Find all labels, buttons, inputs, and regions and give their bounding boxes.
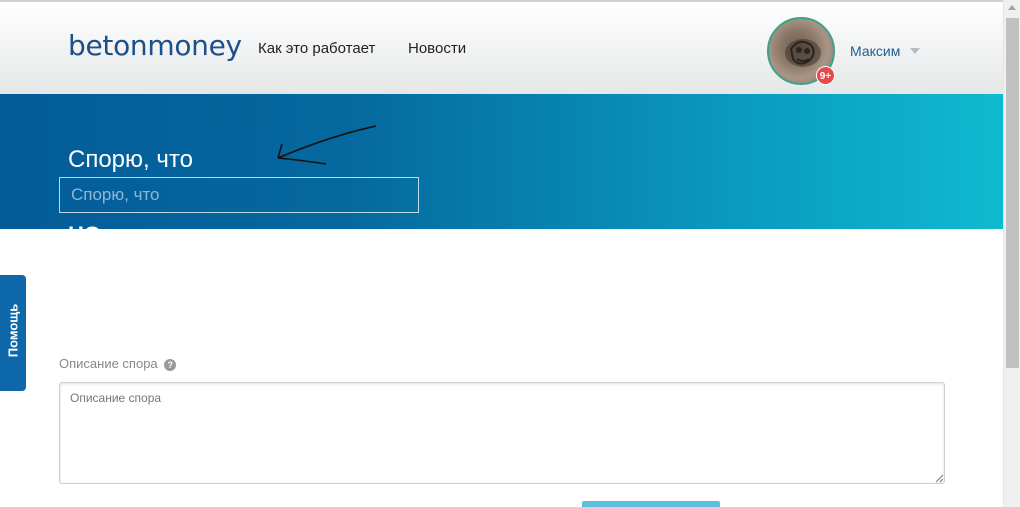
description-textarea[interactable]	[59, 382, 945, 484]
nav-news[interactable]: Новости	[408, 40, 466, 57]
nav-how-it-works[interactable]: Как это работает	[258, 40, 375, 57]
hand-drawn-arrow	[277, 125, 377, 165]
scrollbar-thumb[interactable]	[1006, 18, 1019, 368]
help-tab[interactable]: Помощь	[0, 275, 26, 391]
notification-badge[interactable]: 9+	[816, 66, 835, 85]
next-field-label: НО	[68, 222, 101, 229]
bet-title: Спорю, что	[68, 146, 193, 173]
hero-banner: Спорю, что НО	[0, 94, 1003, 229]
site-header: betonmoney Как это работает Новости 9+ М…	[0, 0, 1003, 94]
bet-input[interactable]	[59, 177, 419, 213]
help-tab-label: Помощь	[5, 303, 21, 358]
scrollbar[interactable]	[1003, 0, 1020, 507]
page: betonmoney Как это работает Новости 9+ М…	[0, 0, 1020, 507]
resize-grip-icon[interactable]	[935, 474, 944, 483]
user-name[interactable]: Максим	[850, 43, 900, 59]
description-label: Описание спора ?	[59, 356, 177, 371]
question-circle-icon[interactable]: ?	[164, 359, 177, 371]
description-label-text: Описание спора	[59, 356, 158, 371]
scroll-up-arrow-icon[interactable]	[1008, 5, 1016, 10]
submit-button[interactable]	[582, 501, 720, 507]
caret-down-icon[interactable]	[910, 48, 920, 54]
logo[interactable]: betonmoney	[68, 29, 242, 62]
